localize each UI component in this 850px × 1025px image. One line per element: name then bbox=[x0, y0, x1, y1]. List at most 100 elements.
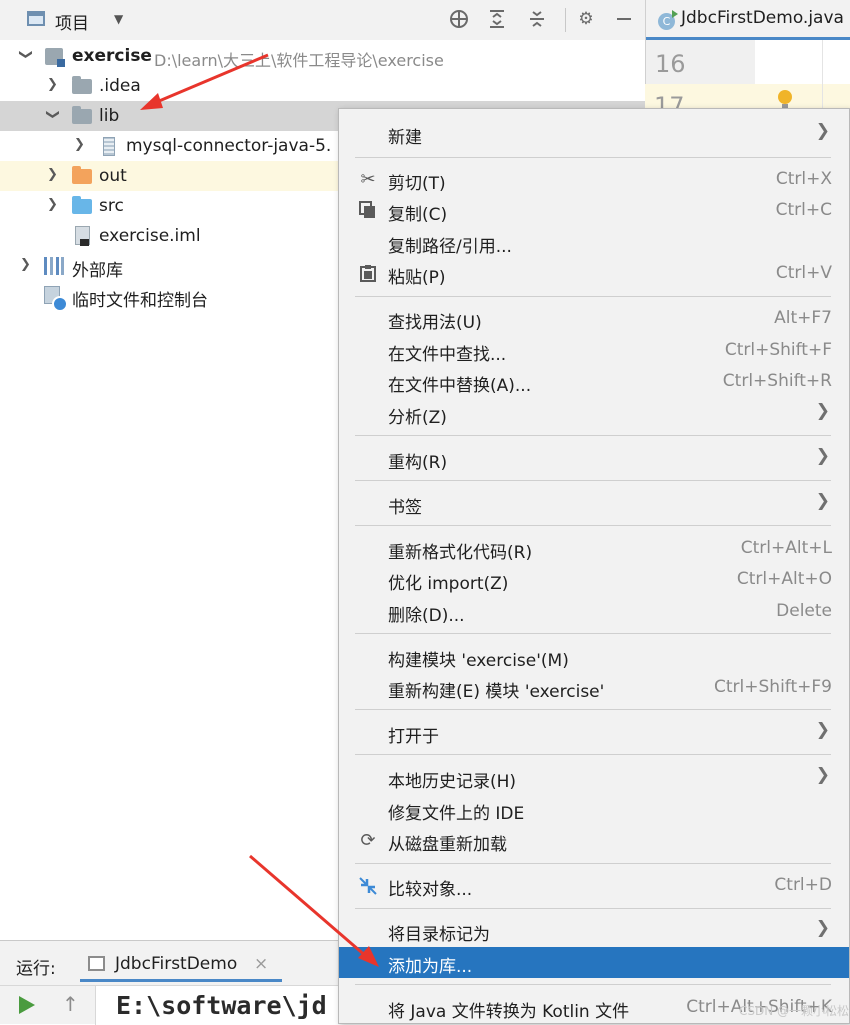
line-number: 16 bbox=[655, 50, 686, 78]
menu-item-label: 粘贴(P) bbox=[388, 268, 446, 288]
menu-item-label: 新建 bbox=[388, 128, 422, 148]
copy-icon bbox=[358, 201, 378, 221]
chevron-right-icon[interactable]: ❯ bbox=[20, 257, 31, 272]
iml-file-icon bbox=[75, 226, 90, 246]
menu-item-bookmarks[interactable]: 书签 ❯ bbox=[339, 488, 849, 519]
menu-separator bbox=[355, 633, 831, 634]
active-tab-indicator bbox=[80, 979, 282, 982]
tree-item-idea[interactable]: ❯ .idea bbox=[0, 71, 645, 101]
console-line: E:\software\jd bbox=[116, 991, 327, 1020]
lightbulb-icon[interactable] bbox=[778, 90, 792, 108]
project-view-title[interactable]: 项目 bbox=[55, 9, 89, 34]
tree-item-label: lib bbox=[99, 106, 120, 126]
run-icon[interactable] bbox=[19, 996, 35, 1014]
menu-separator bbox=[355, 480, 831, 481]
menu-item-compare-with[interactable]: 比较对象... Ctrl+D bbox=[339, 870, 849, 901]
menu-item-reload-from-disk[interactable]: ⟳ 从磁盘重新加载 bbox=[339, 825, 849, 856]
collapse-all-icon[interactable] bbox=[526, 8, 548, 30]
library-icon bbox=[44, 257, 64, 275]
source-folder-icon bbox=[72, 196, 92, 214]
menu-item-repair-ide[interactable]: 修复文件上的 IDE bbox=[339, 794, 849, 825]
menu-item-reformat-code[interactable]: 重新格式化代码(R) Ctrl+Alt+L bbox=[339, 533, 849, 564]
java-class-icon: C bbox=[658, 10, 678, 30]
run-tab-jdbcfirstdemo[interactable]: JdbcFirstDemo bbox=[115, 954, 237, 974]
folder-icon bbox=[72, 106, 92, 124]
folder-icon bbox=[72, 166, 92, 184]
chevron-right-icon[interactable]: ❯ bbox=[74, 137, 85, 152]
crosshair-icon[interactable] bbox=[448, 8, 470, 30]
gear-icon[interactable]: ⚙ bbox=[575, 8, 597, 30]
menu-item-label: 添加为库... bbox=[388, 957, 473, 977]
menu-item-shortcut: Ctrl+X bbox=[775, 169, 832, 189]
menu-item-label: 优化 import(Z) bbox=[388, 574, 509, 594]
folder-icon bbox=[72, 76, 92, 94]
menu-item-label: 将目录标记为 bbox=[388, 925, 490, 945]
menu-item-optimize-imports[interactable]: 优化 import(Z) Ctrl+Alt+O bbox=[339, 564, 849, 595]
menu-separator bbox=[355, 754, 831, 755]
tree-item-exercise[interactable]: ❯ exercise D:\learn\大三上\软件工程导论\exercise bbox=[0, 41, 645, 71]
menu-item-shortcut: Delete bbox=[776, 601, 832, 621]
menu-item-rebuild-module[interactable]: 重新构建(E) 模块 'exercise' Ctrl+Shift+F9 bbox=[339, 672, 849, 703]
arrow-up-icon[interactable]: ↑ bbox=[62, 992, 79, 1016]
minimize-icon[interactable] bbox=[613, 8, 635, 30]
run-config-icon bbox=[88, 956, 105, 971]
menu-item-label: 书签 bbox=[388, 498, 422, 518]
chevron-down-icon[interactable]: ❯ bbox=[45, 109, 60, 120]
menu-item-delete[interactable]: 删除(D)... Delete bbox=[339, 596, 849, 627]
chevron-down-icon[interactable]: ▼ bbox=[114, 12, 123, 26]
editor-tab-bar: C JdbcFirstDemo.java bbox=[645, 0, 850, 40]
menu-item-label: 将 Java 文件转换为 Kotlin 文件 bbox=[388, 1002, 630, 1022]
refresh-icon: ⟳ bbox=[360, 830, 376, 851]
menu-item-cut[interactable]: ✂ 剪切(T) Ctrl+X bbox=[339, 164, 849, 195]
tree-item-label: src bbox=[99, 196, 124, 216]
tree-item-label: mysql-connector-java-5. bbox=[126, 136, 332, 156]
submenu-arrow-icon: ❯ bbox=[815, 121, 830, 141]
expand-all-icon[interactable] bbox=[486, 8, 508, 30]
submenu-arrow-icon: ❯ bbox=[815, 401, 830, 421]
menu-separator bbox=[355, 863, 831, 864]
chevron-right-icon[interactable]: ❯ bbox=[47, 77, 58, 92]
menu-item-new[interactable]: 新建 ❯ bbox=[339, 118, 849, 149]
submenu-arrow-icon: ❯ bbox=[815, 491, 830, 511]
menu-item-shortcut: Ctrl+C bbox=[775, 200, 832, 220]
menu-item-refactor[interactable]: 重构(R) ❯ bbox=[339, 443, 849, 474]
menu-separator bbox=[355, 984, 831, 985]
menu-item-label: 重新构建(E) 模块 'exercise' bbox=[388, 682, 605, 702]
menu-item-copy-path[interactable]: 复制路径/引用... bbox=[339, 227, 849, 258]
chevron-right-icon[interactable]: ❯ bbox=[47, 197, 58, 212]
menu-item-find-in-files[interactable]: 在文件中查找... Ctrl+Shift+F bbox=[339, 335, 849, 366]
menu-item-local-history[interactable]: 本地历史记录(H) ❯ bbox=[339, 762, 849, 793]
close-icon[interactable]: × bbox=[254, 954, 268, 974]
submenu-arrow-icon: ❯ bbox=[815, 720, 830, 740]
run-panel-label: 运行: bbox=[16, 959, 56, 979]
menu-item-shortcut: Ctrl+D bbox=[774, 875, 832, 895]
menu-item-shortcut: Ctrl+Shift+F bbox=[724, 340, 832, 360]
project-view-icon bbox=[27, 11, 45, 26]
menu-item-add-as-library[interactable]: 添加为库... bbox=[339, 947, 849, 978]
project-tool-window-header: 项目 ▼ ⚙ bbox=[0, 0, 645, 40]
menu-separator bbox=[355, 525, 831, 526]
menu-item-analyze[interactable]: 分析(Z) ❯ bbox=[339, 398, 849, 429]
tree-item-label: out bbox=[99, 166, 127, 186]
menu-separator bbox=[355, 435, 831, 436]
editor-tab-jdbcfirstdemo[interactable]: C JdbcFirstDemo.java bbox=[658, 8, 844, 30]
menu-item-label: 比较对象... bbox=[388, 880, 473, 900]
chevron-down-icon[interactable]: ❯ bbox=[18, 49, 33, 60]
menu-item-label: 复制(C) bbox=[388, 205, 448, 225]
chevron-right-icon[interactable]: ❯ bbox=[47, 167, 58, 182]
menu-item-paste[interactable]: 粘贴(P) Ctrl+V bbox=[339, 258, 849, 289]
scratches-icon bbox=[44, 286, 68, 312]
menu-item-replace-in-files[interactable]: 在文件中替换(A)... Ctrl+Shift+R bbox=[339, 366, 849, 397]
menu-item-build-module[interactable]: 构建模块 'exercise'(M) bbox=[339, 641, 849, 672]
menu-item-open-in[interactable]: 打开于 ❯ bbox=[339, 717, 849, 748]
menu-item-label: 构建模块 'exercise'(M) bbox=[388, 651, 569, 671]
menu-separator bbox=[355, 709, 831, 710]
menu-item-find-usages[interactable]: 查找用法(U) Alt+F7 bbox=[339, 303, 849, 334]
watermark: CSDN @一颗小松松 bbox=[739, 1004, 850, 1018]
menu-item-mark-directory-as[interactable]: 将目录标记为 ❯ bbox=[339, 915, 849, 946]
module-folder-icon bbox=[45, 48, 65, 67]
menu-item-shortcut: Ctrl+Shift+R bbox=[722, 371, 832, 391]
menu-item-shortcut: Ctrl+Shift+F9 bbox=[714, 677, 832, 697]
menu-item-copy[interactable]: 复制(C) Ctrl+C bbox=[339, 195, 849, 226]
context-menu: 新建 ❯ ✂ 剪切(T) Ctrl+X 复制(C) Ctrl+C 复制路径/引用… bbox=[338, 108, 850, 1024]
